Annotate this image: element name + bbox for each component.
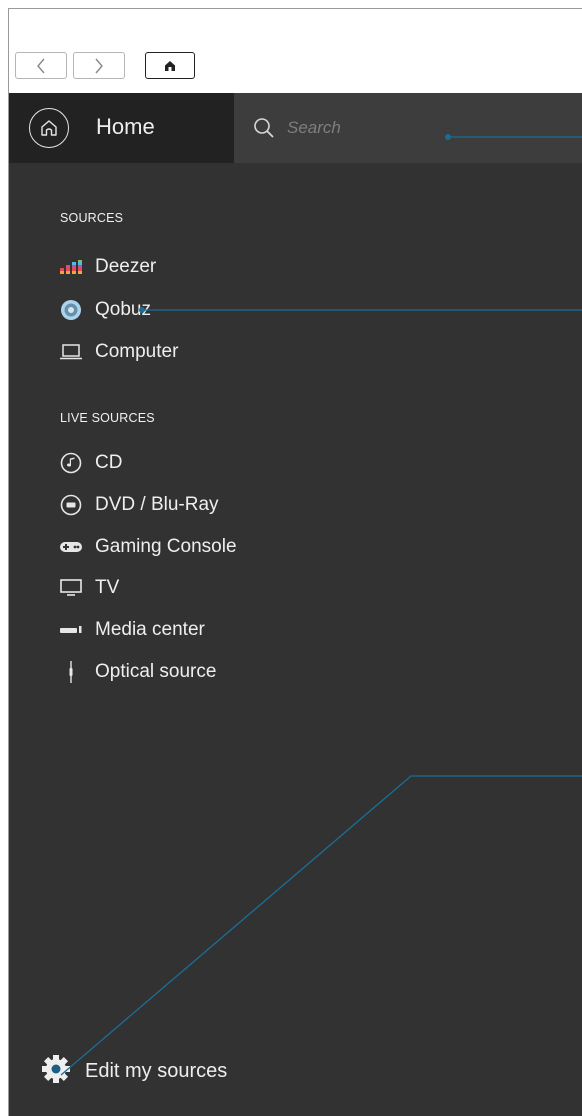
browser-frame: Home SOURCES Deezer Qob <box>8 8 582 1116</box>
live-source-label: Optical source <box>95 661 217 682</box>
gear-icon <box>41 1054 71 1089</box>
source-item-computer[interactable]: Computer <box>59 338 178 366</box>
home-icon <box>41 120 57 136</box>
deezer-icon <box>59 255 83 279</box>
live-source-item-tv[interactable]: TV <box>59 574 119 602</box>
forward-button[interactable] <box>73 52 125 79</box>
gamepad-icon <box>59 535 83 559</box>
chevron-left-icon <box>37 58 45 73</box>
source-label: Qobuz <box>95 299 151 320</box>
disc-icon <box>59 493 83 517</box>
source-item-qobuz[interactable]: Qobuz <box>59 296 151 324</box>
home-nav-button[interactable] <box>145 52 195 79</box>
live-source-item-optical[interactable]: Optical source <box>59 658 216 686</box>
source-item-deezer[interactable]: Deezer <box>59 253 156 281</box>
live-source-label: DVD / Blu-Ray <box>95 494 219 515</box>
live-source-label: Gaming Console <box>95 536 237 557</box>
tv-icon <box>59 576 83 600</box>
source-label: Computer <box>95 341 179 362</box>
live-source-label: TV <box>95 577 120 598</box>
live-source-item-gaming[interactable]: Gaming Console <box>59 533 237 561</box>
source-label: Deezer <box>95 256 157 277</box>
search-bar[interactable] <box>234 93 582 163</box>
live-source-item-cd[interactable]: CD <box>59 449 122 477</box>
chevron-right-icon <box>95 58 103 73</box>
search-icon <box>254 118 274 138</box>
browser-toolbar <box>9 9 582 93</box>
search-input[interactable] <box>287 115 487 141</box>
live-source-label: Media center <box>95 619 205 640</box>
home-tab[interactable]: Home <box>9 93 234 163</box>
qobuz-icon <box>59 298 83 322</box>
sources-section-title: SOURCES <box>60 211 124 225</box>
back-button[interactable] <box>15 52 67 79</box>
edit-sources-button[interactable]: Edit my sources <box>41 1053 227 1089</box>
home-label: Home <box>96 114 155 139</box>
home-circle-icon <box>29 108 69 148</box>
live-source-item-dvd[interactable]: DVD / Blu-Ray <box>59 491 219 519</box>
home-icon <box>165 60 175 71</box>
laptop-icon <box>59 340 83 364</box>
edit-sources-label: Edit my sources <box>85 1059 228 1082</box>
live-source-label: CD <box>95 452 123 473</box>
live-sources-section-title: LIVE SOURCES <box>60 411 155 425</box>
media-center-icon <box>59 618 83 642</box>
live-source-item-media-center[interactable]: Media center <box>59 616 205 644</box>
optical-cable-icon <box>59 660 83 684</box>
app-panel: Home SOURCES Deezer Qob <box>9 93 582 1116</box>
top-bar: Home <box>9 93 582 163</box>
cd-icon <box>59 451 83 475</box>
